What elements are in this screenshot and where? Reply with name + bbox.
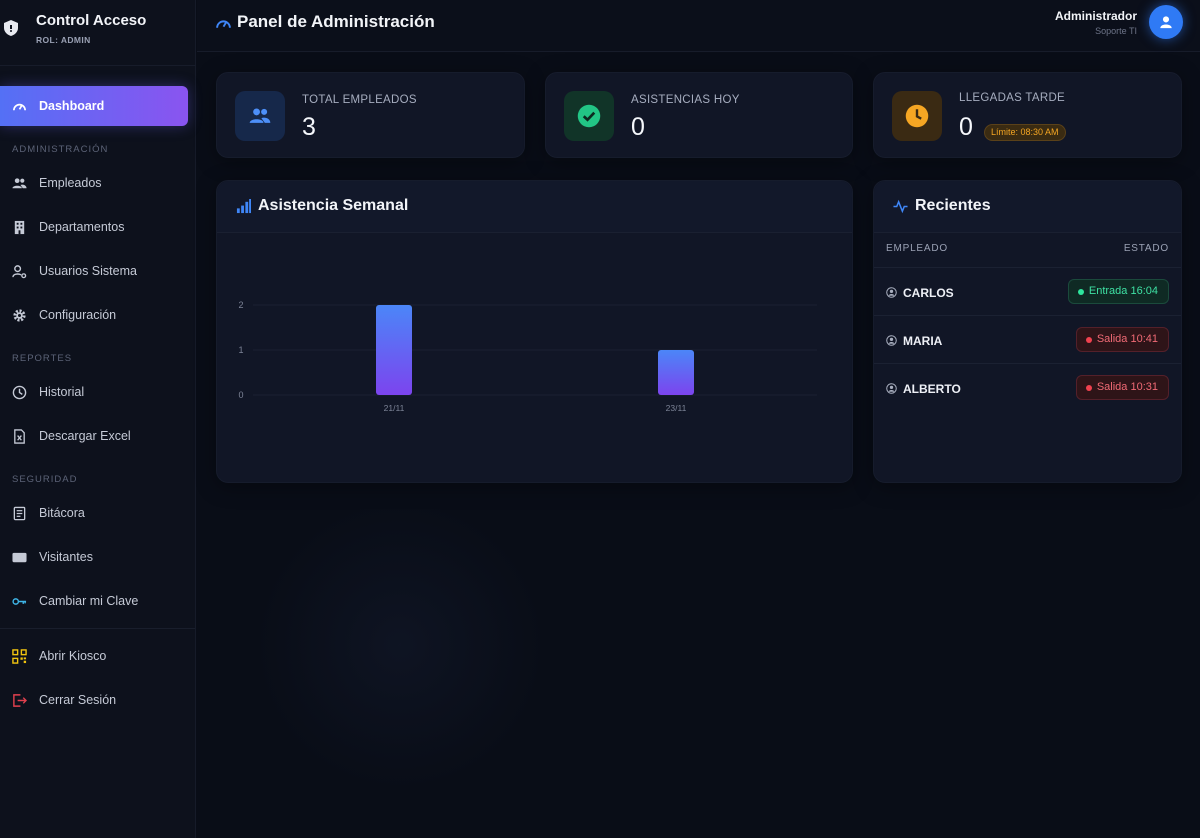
stat-icon-box	[235, 91, 285, 141]
user-circle-icon	[886, 287, 897, 298]
employee-name: ALBERTO	[903, 382, 961, 396]
panel-header: Recientes	[874, 181, 1181, 233]
row-divider	[874, 267, 1181, 268]
sidebar-item-dashboard[interactable]: Dashboard	[0, 86, 188, 126]
limit-badge: Límite: 08:30 AM	[984, 124, 1066, 141]
sidebar-item-clave[interactable]: Cambiar mi Clave	[0, 581, 188, 621]
sidebar-item-label: Bitácora	[39, 506, 85, 520]
bar-21-11[interactable]	[376, 305, 412, 395]
clock-icon	[12, 385, 27, 399]
sidebar-item-label: Cambiar mi Clave	[39, 594, 139, 608]
user-icon	[1160, 16, 1172, 29]
clock-icon	[905, 104, 929, 128]
bar-chart-icon	[236, 199, 251, 214]
sidebar-item-label: Usuarios Sistema	[39, 264, 137, 278]
sidebar-item-bitacora[interactable]: Bitácora	[0, 493, 188, 533]
logout-icon	[13, 693, 27, 707]
sidebar-item-label: Empleados	[39, 176, 102, 190]
sidebar-item-departamentos[interactable]: Departamentos	[0, 207, 188, 247]
stat-label: LLEGADAS TARDE	[959, 92, 1066, 104]
sidebar-item-historial[interactable]: Historial	[0, 372, 188, 412]
y-tick-label: 1	[238, 345, 243, 355]
panel-title: Asistencia Semanal	[258, 197, 409, 214]
sidebar-item-label: Abrir Kiosco	[39, 649, 107, 663]
bar-23-11[interactable]	[658, 350, 694, 395]
page-title: Panel de Administración	[237, 12, 435, 31]
x-tick-label: 23/11	[666, 403, 687, 413]
shield-icon	[4, 20, 18, 36]
nav-section-seguridad: SEGURIDAD	[12, 474, 78, 485]
stat-card-asistencias: ASISTENCIAS HOY 0	[545, 72, 853, 158]
users-icon	[12, 177, 27, 188]
nav-divider	[0, 628, 195, 629]
stat-value: 0	[631, 113, 645, 141]
building-icon	[14, 220, 25, 234]
employee-name: CARLOS	[903, 286, 954, 300]
sidebar-item-excel[interactable]: Descargar Excel	[0, 416, 188, 456]
stat-value: 0	[959, 113, 973, 141]
avatar[interactable]	[1149, 5, 1183, 39]
employee-name: MARIA	[903, 334, 943, 348]
key-icon	[12, 597, 27, 605]
status-badge: Entrada 16:04	[1067, 279, 1169, 304]
background-glow	[255, 500, 545, 790]
gear-icon	[13, 308, 26, 322]
sidebar-item-label: Cerrar Sesión	[39, 693, 117, 707]
sidebar-item-usuarios[interactable]: Usuarios Sistema	[0, 251, 188, 291]
journal-icon	[13, 506, 26, 520]
user-role: Soporte TI	[1095, 26, 1137, 36]
stat-value: 3	[302, 113, 316, 141]
stat-icon-box	[892, 91, 942, 141]
y-tick-label: 2	[238, 300, 243, 310]
panel-header: Asistencia Semanal	[217, 181, 852, 233]
panel-title: Recientes	[915, 197, 991, 214]
sidebar-item-configuracion[interactable]: Configuración	[0, 295, 188, 335]
gauge-icon	[13, 103, 26, 110]
activity-icon	[893, 199, 908, 214]
nav-section-reportes: REPORTES	[12, 353, 73, 364]
sidebar-item-label: Visitantes	[39, 550, 93, 564]
status-badge: Salida 10:31	[1075, 375, 1169, 400]
sidebar-item-label: Configuración	[39, 308, 117, 322]
stat-card-empleados: TOTAL EMPLEADOS 3	[216, 72, 525, 158]
row-divider	[874, 363, 1181, 364]
users-icon	[249, 108, 271, 123]
stat-card-tarde: LLEGADAS TARDE 0 Límite: 08:30 AM	[873, 72, 1182, 158]
weekly-attendance-chart: 0 1 2 21/11 23/11	[238, 300, 817, 413]
check-circle-icon	[577, 104, 601, 128]
row-divider	[874, 315, 1181, 316]
stat-label: TOTAL EMPLEADOS	[302, 94, 417, 106]
x-tick-label: 21/11	[384, 403, 405, 413]
id-card-icon	[12, 552, 27, 562]
user-gear-icon	[12, 264, 27, 278]
weekly-chart-panel: Asistencia Semanal 0 1 2 21/11 23/11	[216, 180, 853, 483]
sidebar-item-kiosco[interactable]: Abrir Kiosco	[0, 636, 188, 676]
sidebar-item-visitantes[interactable]: Visitantes	[0, 537, 188, 577]
column-header-status: ESTADO	[1123, 243, 1169, 254]
column-header-employee: EMPLEADO	[886, 243, 948, 254]
sidebar: Control Acceso ROL: ADMIN Dashboard ADMI…	[0, 0, 196, 838]
recent-panel: Recientes EMPLEADO ESTADO CARLOS Entrada…	[873, 180, 1182, 483]
qrcode-icon	[12, 648, 27, 664]
topbar: Panel de Administración Administrador So…	[197, 0, 1200, 52]
stat-label: ASISTENCIAS HOY	[631, 94, 740, 106]
brand: Control Acceso ROL: ADMIN	[0, 0, 196, 66]
stat-icon-box	[564, 91, 614, 141]
user-name: Administrador	[1054, 9, 1137, 23]
user-circle-icon	[886, 383, 897, 394]
sidebar-item-label: Dashboard	[39, 99, 105, 113]
brand-title: Control Acceso	[36, 12, 147, 29]
gauge-icon	[216, 20, 231, 28]
sidebar-item-label: Descargar Excel	[39, 429, 131, 443]
nav-section-admin: ADMINISTRACIÓN	[12, 144, 109, 155]
sidebar-item-empleados[interactable]: Empleados	[0, 163, 188, 203]
y-tick-label: 0	[238, 390, 243, 400]
user-circle-icon	[886, 335, 897, 346]
brand-role: ROL: ADMIN	[36, 35, 91, 45]
sidebar-item-label: Departamentos	[39, 220, 125, 234]
file-excel-icon	[14, 428, 25, 444]
sidebar-item-label: Historial	[39, 385, 85, 399]
status-badge: Salida 10:41	[1075, 327, 1169, 352]
sidebar-item-cerrar[interactable]: Cerrar Sesión	[0, 680, 188, 720]
